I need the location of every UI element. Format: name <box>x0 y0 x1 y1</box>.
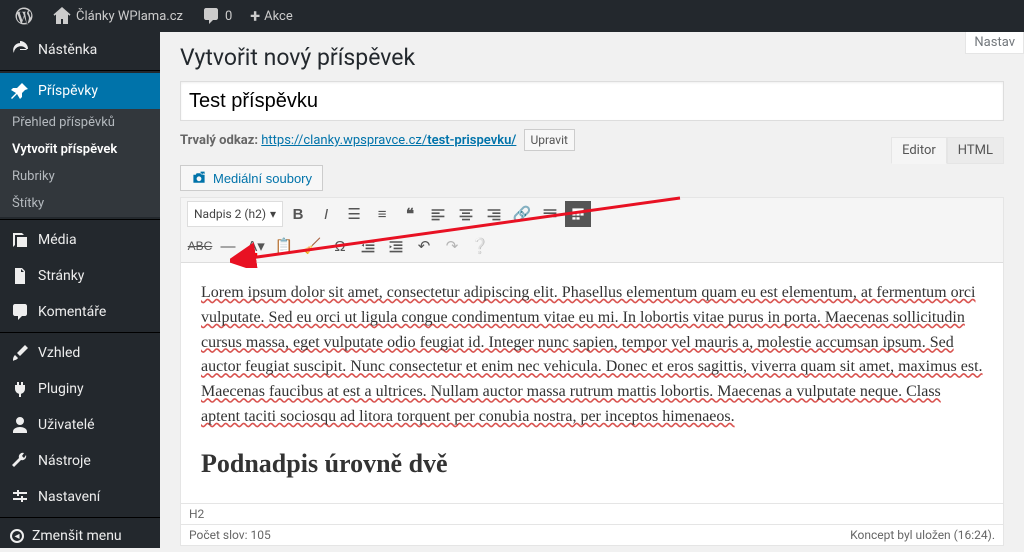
brush-icon <box>10 343 30 363</box>
element-path: H2 <box>181 503 1003 524</box>
permalink-link[interactable]: https://clanky.wpspravce.cz/test-prispev… <box>261 133 516 148</box>
clear-format-button[interactable]: 🧹 <box>299 233 325 259</box>
word-count: Počet slov: 105 <box>189 528 271 542</box>
page-icon <box>10 266 30 286</box>
plus-icon: + <box>250 6 260 27</box>
plug-icon <box>10 379 30 399</box>
comments-bubble[interactable]: 0 <box>195 6 238 26</box>
align-center-button[interactable] <box>453 201 479 227</box>
wp-logo[interactable] <box>8 6 40 26</box>
admin-bar: Články WPlama.cz 0 + Akce <box>0 0 1024 32</box>
hr-button[interactable]: — <box>215 233 241 259</box>
menu-pages[interactable]: Stránky <box>0 258 160 294</box>
link-button[interactable]: 🔗 <box>509 201 535 227</box>
chevron-down-icon: ▾ <box>270 207 276 221</box>
menu-comments[interactable]: Komentáře <box>0 294 160 330</box>
submenu-new-post[interactable]: Vytvořit příspěvek <box>0 136 160 163</box>
dashboard-icon <box>10 40 30 60</box>
redo-button[interactable]: ↷ <box>439 233 465 259</box>
help-button[interactable]: ❔ <box>467 233 493 259</box>
submenu-all-posts[interactable]: Přehled příspěvků <box>0 109 160 136</box>
number-list-button[interactable]: ≡ <box>369 201 395 227</box>
menu-plugins[interactable]: Pluginy <box>0 371 160 407</box>
new-label: Akce <box>264 9 293 24</box>
align-left-button[interactable] <box>425 201 451 227</box>
save-status: Koncept byl uložen (16:24). <box>850 528 995 542</box>
tab-text[interactable]: HTML <box>947 137 1004 164</box>
editor-container: Nadpis 2 (h2) ▾ B I ☰ ≡ ❝ 🔗 ABC — A <box>180 197 1004 546</box>
bullet-list-button[interactable]: ☰ <box>341 201 367 227</box>
permalink-label: Trvalý odkaz: <box>180 133 258 148</box>
menu-posts[interactable]: Příspěvky <box>0 73 160 109</box>
posts-submenu: Přehled příspěvků Vytvořit příspěvek Rub… <box>0 109 160 217</box>
comment-icon <box>201 6 221 26</box>
home-icon <box>52 6 72 26</box>
camera-icon <box>191 170 207 186</box>
align-right-button[interactable] <box>481 201 507 227</box>
body-paragraph: Lorem ipsum dolor sit amet, consectetur … <box>201 281 983 430</box>
menu-settings[interactable]: Nastavení <box>0 479 160 515</box>
undo-button[interactable]: ↶ <box>411 233 437 259</box>
collapse-icon: ◂ <box>10 529 24 543</box>
post-title-input[interactable] <box>180 81 1004 121</box>
indent-button[interactable] <box>383 233 409 259</box>
menu-collapse[interactable]: ◂Zmenšit menu <box>0 520 160 552</box>
content-area: Nastav Vytvořit nový příspěvek Trvalý od… <box>160 32 1024 548</box>
menu-appearance[interactable]: Vzhled <box>0 335 160 371</box>
editor-tabs: Editor HTML <box>891 137 1004 164</box>
text-color-button[interactable]: A ▾ <box>243 233 269 259</box>
comments-count: 0 <box>225 9 232 24</box>
tab-visual[interactable]: Editor <box>891 137 947 164</box>
menu-users[interactable]: Uživatelé <box>0 407 160 443</box>
submenu-tags[interactable]: Štítky <box>0 190 160 217</box>
permalink-row: Trvalý odkaz: https://clanky.wpspravce.c… <box>180 129 1004 151</box>
bold-button[interactable]: B <box>285 201 311 227</box>
add-media-button[interactable]: Mediální soubory <box>180 165 323 191</box>
site-name: Články WPlama.cz <box>76 9 183 24</box>
admin-sidebar: Nástěnka Příspěvky Přehled příspěvků Vyt… <box>0 32 160 548</box>
blockquote-button[interactable]: ❝ <box>397 201 423 227</box>
menu-media[interactable]: Média <box>0 222 160 258</box>
menu-tools[interactable]: Nástroje <box>0 443 160 479</box>
menu-dashboard[interactable]: Nástěnka <box>0 32 160 68</box>
wrench-icon <box>10 451 30 471</box>
editor-toolbar: Nadpis 2 (h2) ▾ B I ☰ ≡ ❝ 🔗 ABC — A <box>181 198 1003 263</box>
body-heading-2: Podnadpis úrovně dvě <box>201 444 983 484</box>
submenu-categories[interactable]: Rubriky <box>0 163 160 190</box>
special-char-button[interactable]: Ω <box>327 233 353 259</box>
editor-body[interactable]: Lorem ipsum dolor sit amet, consectetur … <box>181 263 1003 503</box>
more-button[interactable] <box>537 201 563 227</box>
site-link[interactable]: Články WPlama.cz <box>46 6 189 26</box>
sliders-icon <box>10 487 30 507</box>
toolbar-toggle-button[interactable] <box>565 201 591 227</box>
media-icon <box>10 230 30 250</box>
user-icon <box>10 415 30 435</box>
strike-button[interactable]: ABC <box>187 233 213 259</box>
paste-text-button[interactable]: 📋 <box>271 233 297 259</box>
edit-slug-button[interactable]: Upravit <box>524 129 575 151</box>
comments-icon <box>10 302 30 322</box>
italic-button[interactable]: I <box>313 201 339 227</box>
outdent-button[interactable] <box>355 233 381 259</box>
format-dropdown[interactable]: Nadpis 2 (h2) ▾ <box>187 201 283 227</box>
screen-options-toggle[interactable]: Nastav <box>965 32 1024 54</box>
pin-icon <box>10 81 30 101</box>
new-content[interactable]: + Akce <box>244 6 298 27</box>
page-title: Vytvořit nový příspěvek <box>180 44 1004 71</box>
